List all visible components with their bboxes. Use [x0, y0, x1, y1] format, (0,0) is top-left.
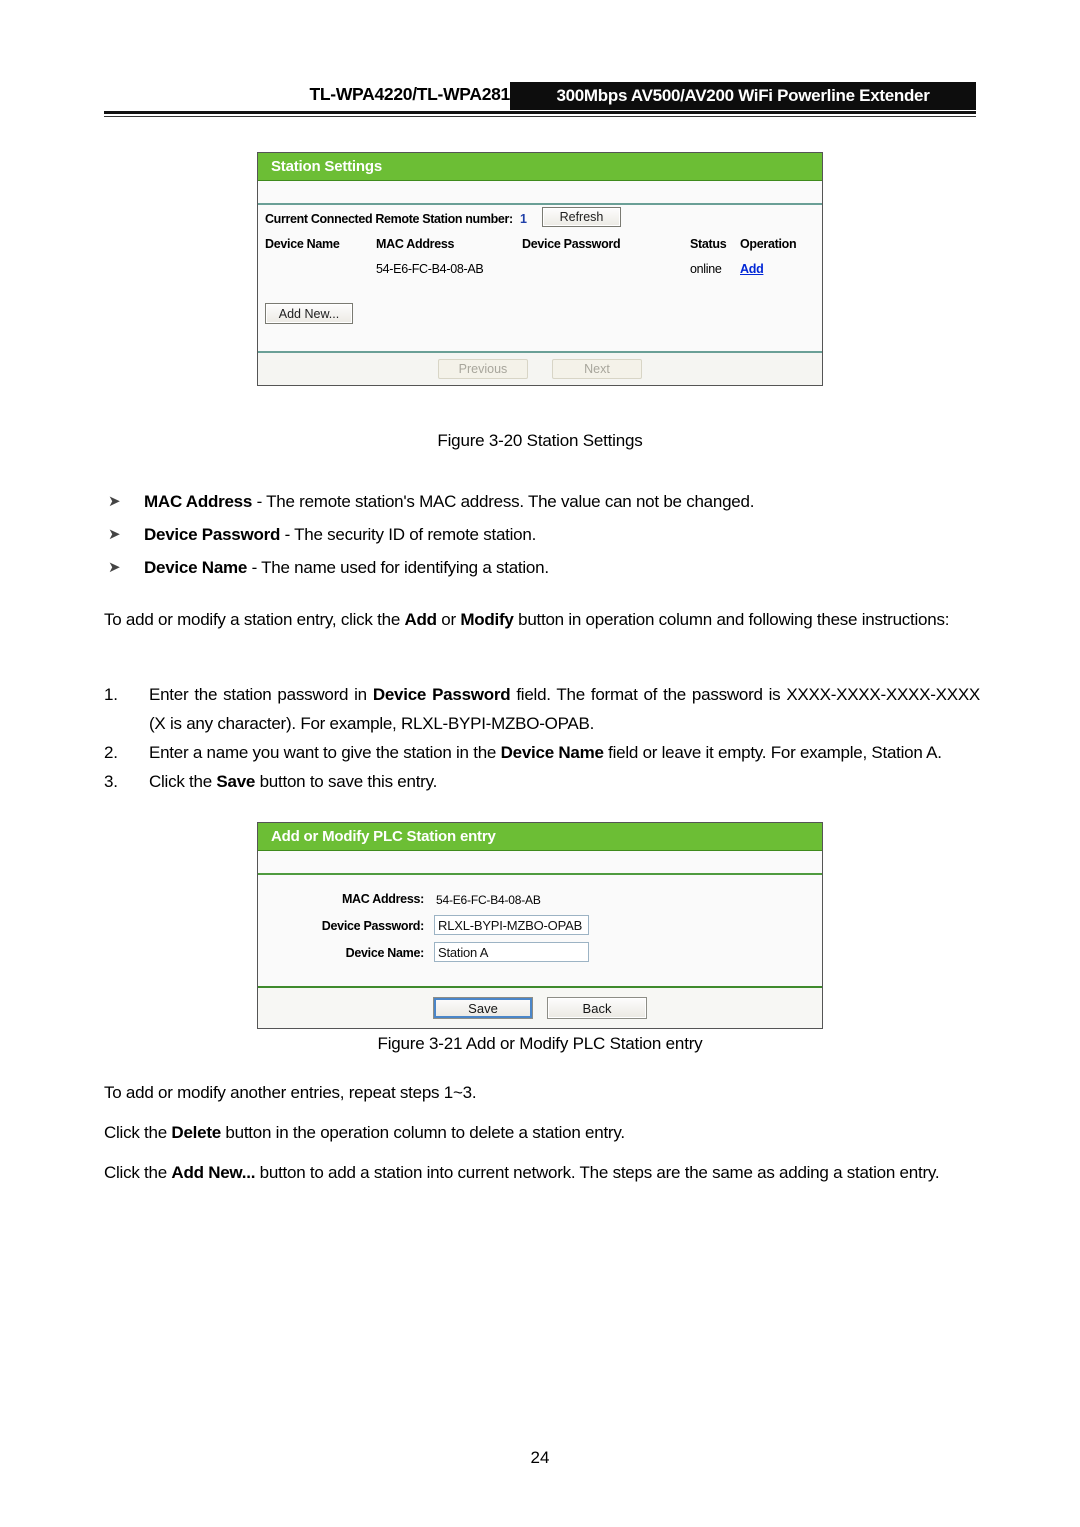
station-table: Device Name MAC Address Device Password … — [258, 237, 822, 289]
add-modify-form: MAC Address: 54-E6-FC-B4-08-AB Device Pa… — [258, 875, 822, 986]
list-item: 1. Enter the station password in Device P… — [104, 680, 980, 738]
mac-address-row: MAC Address: 54-E6-FC-B4-08-AB — [258, 887, 822, 914]
mac-address-label: MAC Address: — [341, 892, 424, 906]
column-header-mac-address: MAC Address — [376, 237, 455, 251]
arrow-bullet-icon: ➤ — [108, 526, 121, 543]
list-item: 2. Enter a name you want to give the stat… — [104, 738, 980, 767]
add-modify-plc-station-panel: Add or Modify PLC Station entry MAC Addr… — [257, 822, 823, 1029]
connected-station-count-label: Current Connected Remote Station number: — [265, 212, 513, 226]
station-settings-pager: Previous Next — [258, 351, 822, 385]
addnew-bold: Add New... — [171, 1163, 256, 1182]
parameter-bullet-list: ➤ MAC Address - The remote station's MAC … — [104, 485, 984, 584]
step-part1: Click the — [149, 772, 217, 791]
list-item: ➤ Device Password - The security ID of re… — [104, 518, 984, 551]
add-new-paragraph: Click the Add New... button to add a sta… — [104, 1158, 980, 1187]
mac-address-value: 54-E6-FC-B4-08-AB — [436, 893, 541, 907]
step-part1: Enter a name you want to give the statio… — [149, 743, 501, 762]
figure-3-21-caption: Figure 3-21 Add or Modify PLC Station en… — [377, 1034, 703, 1053]
device-name-input[interactable] — [434, 942, 589, 962]
station-settings-panel: Station Settings Current Connected Remot… — [257, 152, 823, 386]
column-header-operation: Operation — [740, 237, 797, 251]
previous-button[interactable]: Previous — [438, 359, 528, 379]
column-header-status: Status — [690, 237, 727, 251]
bullet-desc: - The name used for identifying a statio… — [247, 558, 550, 577]
page-header: TL-WPA4220/TL-WPA281 300Mbps AV500/AV200… — [104, 82, 976, 112]
next-button[interactable]: Next — [552, 359, 642, 379]
step-part1: Enter the station password in — [149, 685, 373, 704]
station-settings-body: Current Connected Remote Station number:… — [258, 205, 822, 351]
list-item: ➤ MAC Address - The remote station's MAC … — [104, 485, 984, 518]
device-password-input[interactable] — [434, 915, 589, 935]
step-number: 1. — [104, 685, 118, 704]
step-bold: Device Password — [372, 685, 511, 704]
instruction-steps-list: 1. Enter the station password in Device P… — [104, 680, 980, 796]
delete-part2: button in the operation column to delete… — [220, 1123, 625, 1142]
panel-header-gap — [258, 851, 822, 875]
addnew-part2: button to add a station into current net… — [255, 1163, 940, 1182]
device-name-label: Device Name: — [345, 946, 425, 960]
bullet-desc: - The remote station's MAC address. The … — [252, 492, 755, 511]
delete-paragraph: Click the Delete button in the operation… — [104, 1118, 980, 1147]
device-password-row: Device Password: — [258, 914, 822, 941]
intro-part2: or — [436, 610, 461, 629]
page-number: 24 — [530, 1448, 550, 1467]
intro-bold-add: Add — [404, 610, 438, 629]
table-row-mac-address: 54-E6-FC-B4-08-AB — [376, 262, 484, 276]
intro-part3: button in operation column and following… — [513, 610, 950, 629]
step-part2: button to save this entry. — [255, 772, 438, 791]
bullet-term: Device Password — [144, 525, 281, 544]
delete-bold: Delete — [171, 1123, 221, 1142]
figure-3-20-caption: Figure 3-20 Station Settings — [437, 431, 643, 450]
intro-paragraph: To add or modify a station entry, click … — [104, 605, 980, 634]
device-password-label: Device Password: — [321, 919, 425, 933]
table-row-status: online — [690, 262, 722, 276]
add-modify-panel-title: Add or Modify PLC Station entry — [258, 823, 822, 851]
form-top-padding — [258, 875, 822, 887]
station-settings-panel-title: Station Settings — [258, 153, 822, 181]
bullet-term: Device Name — [144, 558, 248, 577]
list-item: ➤ Device Name - The name used for identif… — [104, 551, 984, 584]
arrow-bullet-icon: ➤ — [108, 493, 121, 510]
back-button[interactable]: Back — [547, 997, 647, 1019]
add-modify-actions: Save Back — [258, 986, 822, 1028]
step-number: 2. — [104, 743, 118, 762]
addnew-part1: Click the — [104, 1163, 172, 1182]
step-bold: Save — [216, 772, 256, 791]
panel-bottom-spacer — [258, 335, 822, 351]
step-number: 3. — [104, 772, 118, 791]
header-rule-thick — [104, 111, 976, 114]
panel-header-gap — [258, 181, 822, 205]
delete-part1: Click the — [104, 1123, 172, 1142]
form-bottom-padding — [258, 968, 822, 986]
step-part2: field or leave it empty. For example, St… — [603, 743, 942, 762]
table-row-add-link[interactable]: Add — [740, 262, 764, 276]
device-name-row: Device Name: — [258, 941, 822, 968]
column-header-device-password: Device Password — [522, 237, 621, 251]
connected-station-count-row: Current Connected Remote Station number:… — [258, 205, 822, 235]
save-button[interactable]: Save — [433, 997, 533, 1019]
list-item: 3. Click the Save button to save this ent… — [104, 767, 980, 796]
repeat-steps-paragraph: To add or modify another entries, repeat… — [104, 1083, 477, 1102]
header-rule-thin — [104, 116, 976, 117]
refresh-button[interactable]: Refresh — [542, 207, 621, 227]
intro-bold-modify: Modify — [460, 610, 514, 629]
arrow-bullet-icon: ➤ — [108, 559, 121, 576]
intro-part1: To add or modify a station entry, click … — [104, 610, 405, 629]
connected-station-count-value: 1 — [520, 212, 527, 226]
step-bold: Device Name — [500, 743, 604, 762]
bullet-term: MAC Address — [144, 492, 253, 511]
column-header-device-name: Device Name — [265, 237, 340, 251]
header-model-title: TL-WPA4220/TL-WPA281 — [309, 84, 511, 104]
header-product-banner: 300Mbps AV500/AV200 WiFi Powerline Exten… — [510, 82, 976, 110]
bullet-desc: - The security ID of remote station. — [280, 525, 537, 544]
add-new-row: Add New... — [258, 289, 822, 335]
add-new-button[interactable]: Add New... — [265, 303, 353, 324]
